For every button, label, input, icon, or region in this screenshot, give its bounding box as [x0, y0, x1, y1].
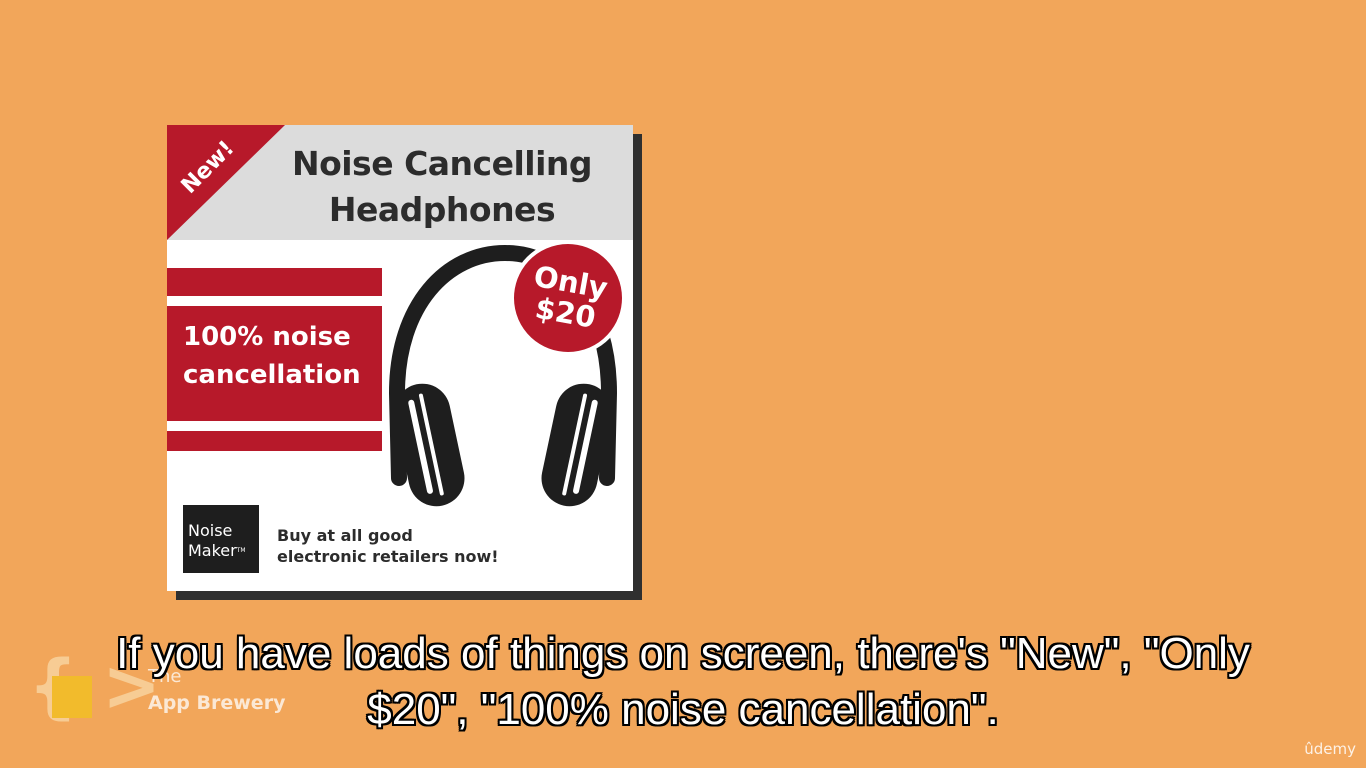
- ad-tagline: Buy at all good electronic retailers now…: [277, 525, 617, 567]
- noise-maker-logo: Noise MakerTM: [183, 505, 259, 573]
- headphones-ad: Noise Cancelling Headphones New! 100% no…: [167, 125, 633, 591]
- brand-line-2-text: Maker: [188, 541, 237, 560]
- udemy-watermark: ûdemy: [1304, 740, 1356, 758]
- tagline-line-1: Buy at all good: [277, 526, 413, 545]
- subtitle-line-1: If you have loads of things on screen, t…: [116, 629, 1250, 678]
- price-badge-line-2: $20: [532, 290, 599, 335]
- red-stripe-top: [167, 268, 382, 296]
- tagline-line-2: electronic retailers now!: [277, 547, 499, 566]
- ad-title: Noise Cancelling Headphones: [257, 141, 627, 233]
- feature-line-1: 100% noise: [183, 322, 351, 352]
- red-stripe-bottom: [167, 431, 382, 451]
- video-subtitle: If you have loads of things on screen, t…: [20, 626, 1346, 738]
- feature-text: 100% noise cancellation: [183, 318, 383, 394]
- trademark-symbol: TM: [236, 547, 246, 554]
- brand-line-1: Noise: [188, 521, 233, 540]
- ad-title-line-2: Headphones: [328, 190, 556, 229]
- subtitle-line-2: $20", "100% noise cancellation".: [367, 685, 999, 734]
- brand-line-2: MakerTM: [188, 541, 259, 561]
- ad-title-line-1: Noise Cancelling: [291, 144, 593, 183]
- feature-line-2: cancellation: [183, 360, 361, 390]
